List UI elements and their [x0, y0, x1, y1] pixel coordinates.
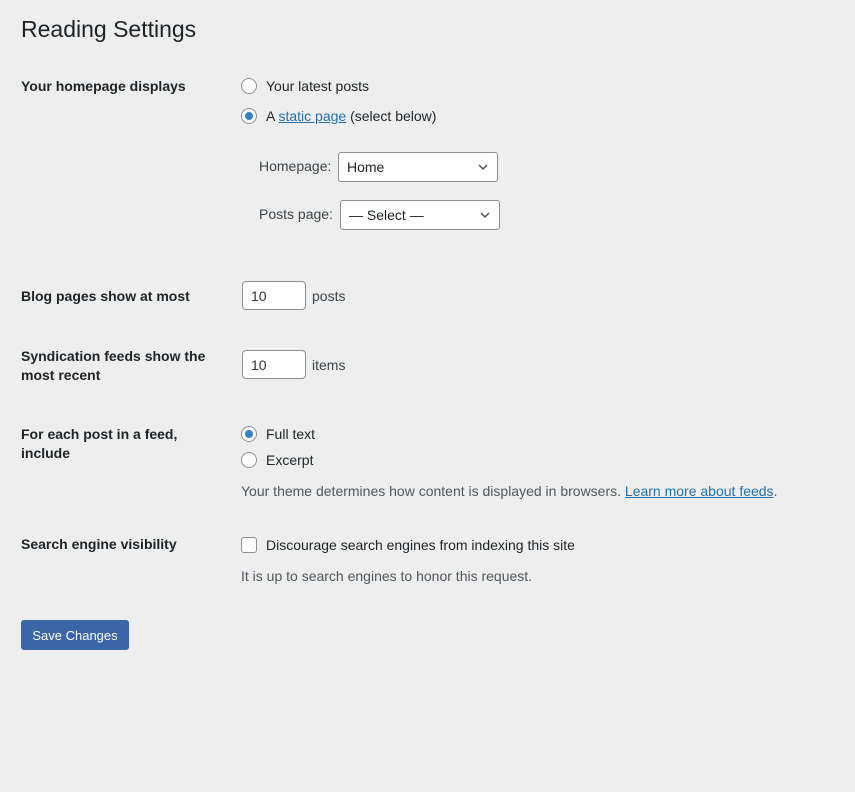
radio-latest-posts-label: Your latest posts	[266, 78, 369, 94]
search-visibility-description: It is up to search engines to honor this…	[241, 568, 533, 584]
radio-icon[interactable]	[241, 78, 257, 94]
radio-icon[interactable]	[241, 452, 257, 468]
checkbox-icon[interactable]	[241, 537, 257, 553]
homepage-displays-label: Your homepage displays	[21, 78, 186, 94]
radio-excerpt[interactable]: Excerpt	[241, 452, 313, 468]
feed-description: Your theme determines how content is dis…	[241, 483, 777, 499]
blog-pages-input[interactable]: 10	[242, 281, 306, 310]
blog-pages-unit: posts	[312, 288, 346, 304]
syndication-unit: items	[312, 357, 346, 373]
posts-page-select[interactable]: — Select —	[340, 200, 500, 230]
radio-excerpt-label: Excerpt	[266, 452, 314, 468]
learn-more-feeds-link[interactable]: Learn more about feeds	[625, 483, 774, 499]
syndication-label: Syndication feeds show the most recent	[21, 348, 206, 383]
static-page-link[interactable]: static page	[278, 108, 346, 124]
homepage-select-value: Home	[347, 159, 385, 175]
radio-latest-posts[interactable]: Your latest posts	[241, 78, 369, 94]
radio-full-text[interactable]: Full text	[241, 426, 315, 442]
blog-pages-label: Blog pages show at most	[21, 288, 190, 304]
chevron-down-icon	[478, 164, 488, 171]
feed-include-label: For each post in a feed, include	[21, 426, 178, 461]
posts-page-select-value: — Select —	[349, 207, 424, 223]
radio-static-page-prefix: A	[266, 108, 279, 124]
discourage-search-label: Discourage search engines from indexing …	[266, 537, 575, 553]
radio-full-text-label: Full text	[266, 426, 316, 442]
page-title: Reading Settings	[21, 16, 197, 42]
homepage-select[interactable]: Home	[338, 152, 498, 182]
save-changes-button[interactable]: Save Changes	[21, 620, 129, 650]
feed-description-text: Your theme determines how content is dis…	[241, 483, 625, 499]
search-visibility-label: Search engine visibility	[21, 536, 177, 552]
radio-static-page[interactable]: A static page (select below)	[241, 108, 436, 124]
discourage-search-checkbox[interactable]: Discourage search engines from indexing …	[241, 537, 575, 553]
radio-static-page-suffix: (select below)	[346, 108, 437, 124]
feed-description-end: .	[773, 483, 778, 499]
chevron-down-icon	[480, 212, 490, 219]
radio-icon-checked[interactable]	[241, 426, 257, 442]
radio-icon-checked[interactable]	[241, 108, 257, 124]
posts-page-select-label: Posts page:	[259, 206, 333, 222]
homepage-select-label: Homepage:	[259, 158, 332, 174]
syndication-input[interactable]: 10	[242, 350, 306, 379]
